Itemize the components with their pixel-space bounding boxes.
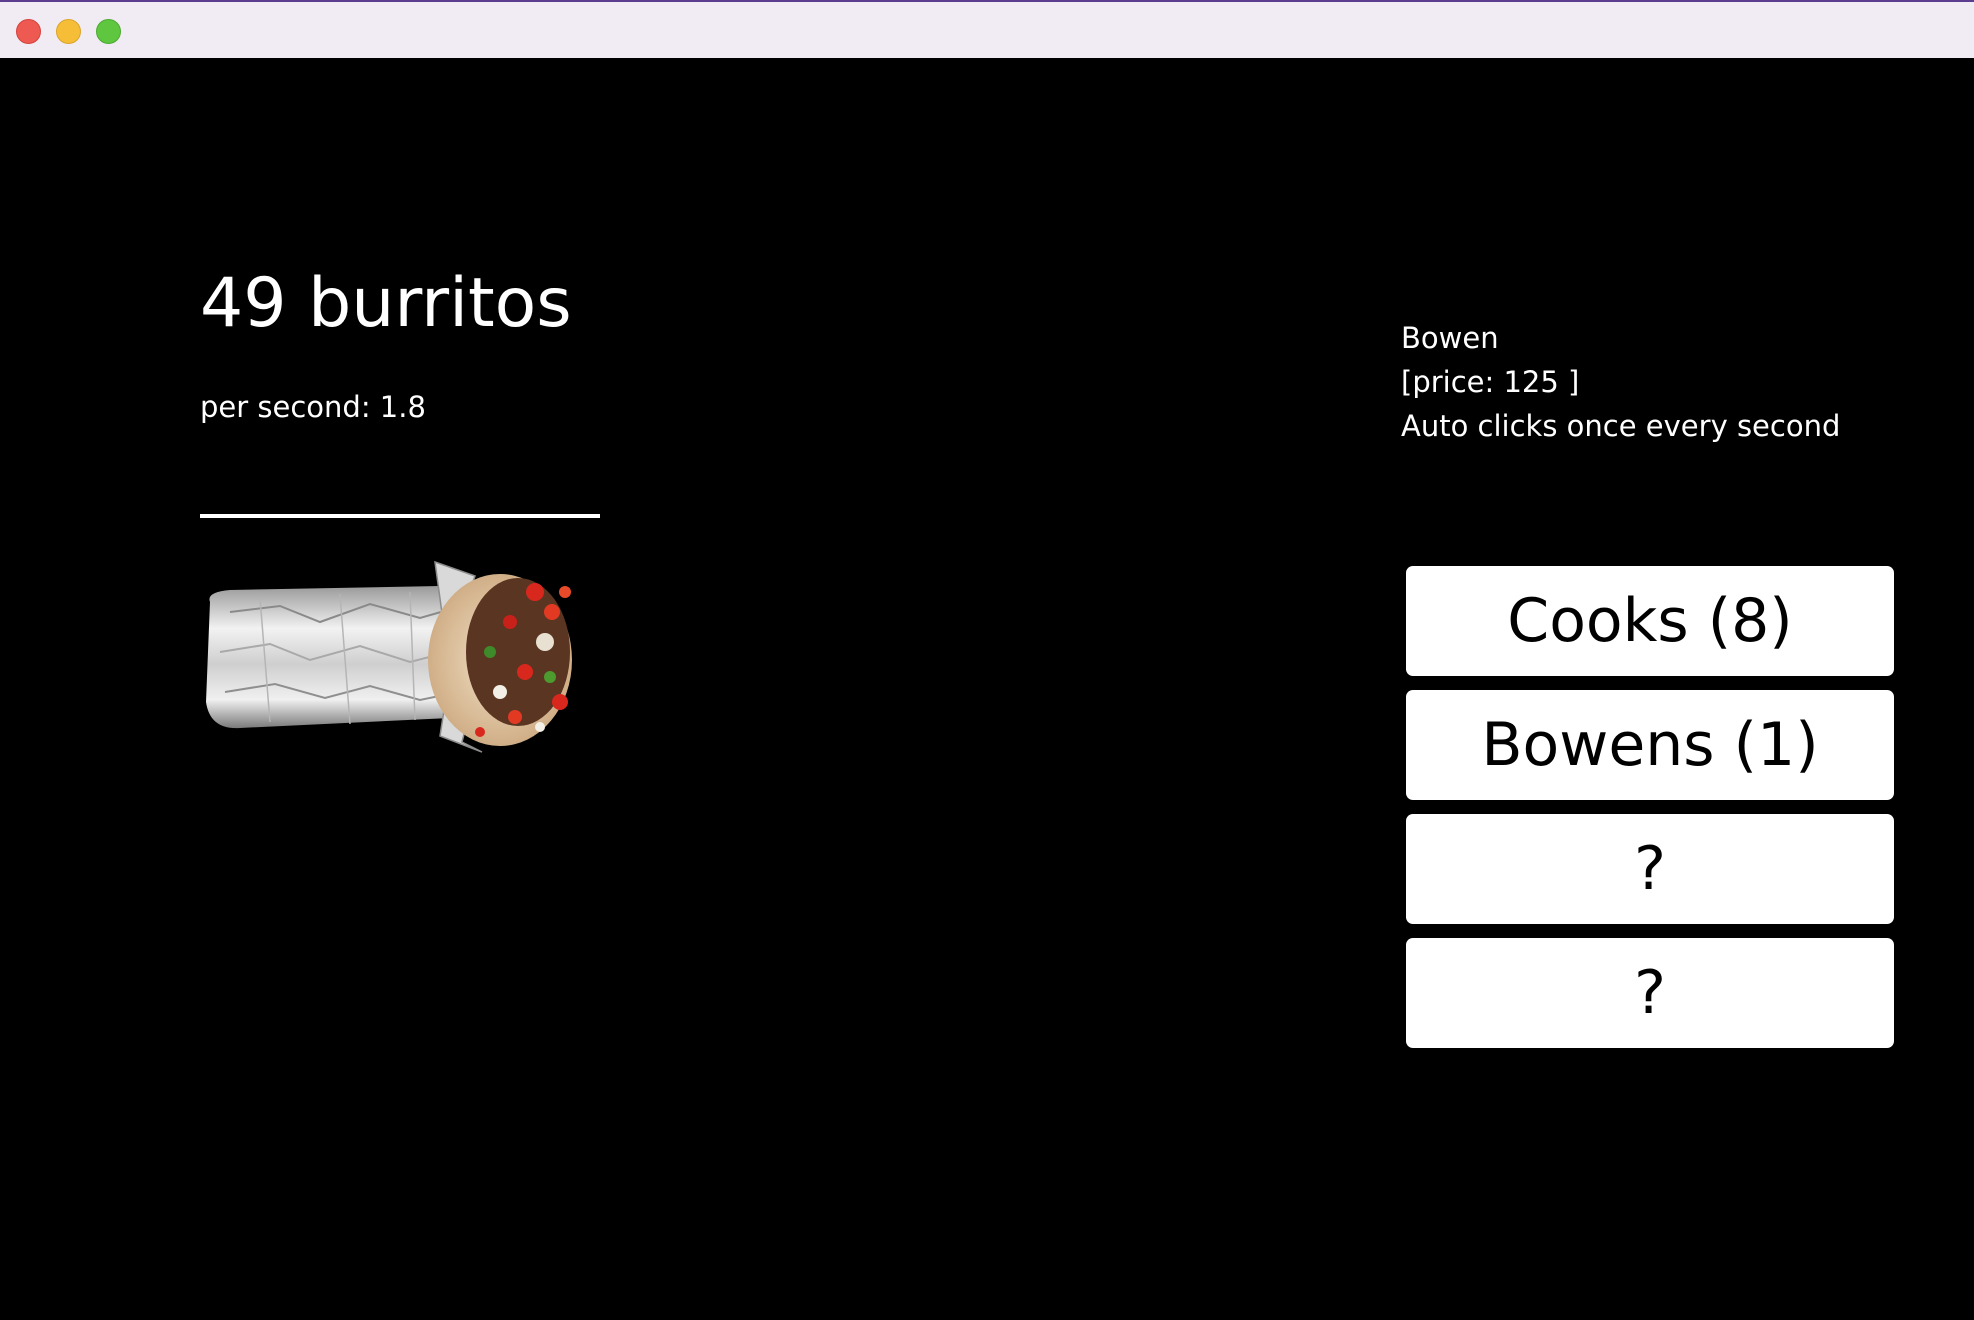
divider <box>200 514 600 518</box>
burrito-icon[interactable] <box>200 552 600 822</box>
locked-upgrade-button[interactable]: ? <box>1406 814 1894 924</box>
upgrade-description: Auto clicks once every second <box>1401 409 1841 443</box>
game-area: 49 burritos per second: 1.8 Bowen [price… <box>0 58 1974 1320</box>
zoom-window-button[interactable] <box>96 19 121 44</box>
buy-bowens-button[interactable]: Bowens (1) <box>1406 690 1894 800</box>
close-window-button[interactable] <box>16 19 41 44</box>
shop-panel: Cooks (8) Bowens (1) ? ? <box>1406 566 1894 1062</box>
window-titlebar <box>0 0 1974 58</box>
burrito-illustration <box>206 560 572 753</box>
locked-upgrade-button[interactable]: ? <box>1406 938 1894 1048</box>
buy-cooks-button[interactable]: Cooks (8) <box>1406 566 1894 676</box>
per-second-rate: per second: 1.8 <box>200 390 426 424</box>
minimize-window-button[interactable] <box>56 19 81 44</box>
upgrade-info-panel: Bowen [price: 125 ] Auto clicks once eve… <box>1401 316 1840 448</box>
upgrade-name: Bowen <box>1401 321 1499 355</box>
upgrade-price: [price: 125 ] <box>1401 365 1580 399</box>
burrito-count: 49 burritos <box>200 264 572 343</box>
